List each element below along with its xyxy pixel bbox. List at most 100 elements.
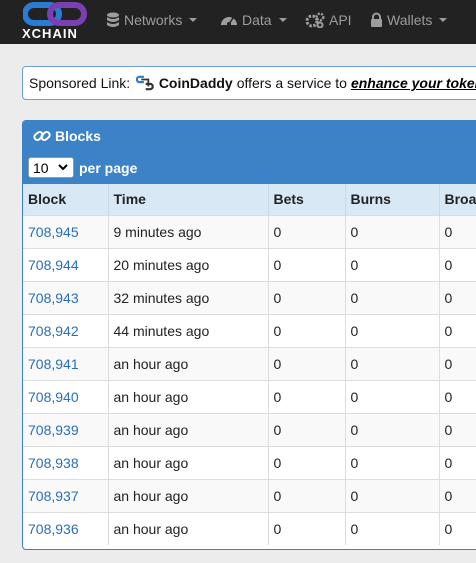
block-cell: 708,943 (23, 280, 109, 314)
nav-data[interactable]: Data (220, 0, 287, 40)
block-cell: 708,938 (23, 445, 109, 479)
block-cell: 708,945 (23, 214, 109, 248)
block-link[interactable]: 708,940 (28, 389, 79, 405)
table-row: 708,936 an hour ago 0 0 0 (23, 511, 476, 545)
column-header-burns[interactable]: Burns (345, 184, 440, 215)
table-row: 708,939 an hour ago 0 0 0 (23, 412, 476, 446)
time-cell: an hour ago (108, 511, 269, 545)
table-row: 708,945 9 minutes ago 0 0 0 (23, 214, 476, 248)
burns-cell: 0 (345, 313, 440, 347)
block-link[interactable]: 708,943 (28, 290, 79, 306)
block-cell: 708,942 (23, 313, 109, 347)
nav-wallets[interactable]: Wallets (370, 0, 448, 40)
panel-title-label: Blocks (55, 128, 101, 144)
column-header-bets[interactable]: Bets (268, 184, 346, 215)
column-header-broadcasts[interactable]: Broadcasts (439, 184, 476, 215)
burns-cell: 0 (345, 412, 440, 446)
time-cell: an hour ago (108, 379, 269, 413)
block-cell: 708,940 (23, 379, 109, 413)
block-cell: 708,939 (23, 412, 109, 446)
chevron-down-icon (58, 164, 68, 171)
broadcasts-cell: 0 (439, 511, 476, 545)
broadcasts-cell: 0 (439, 313, 476, 347)
top-navbar: XCHAIN Networks Data API Wallets (0, 0, 476, 44)
burns-cell: 0 (345, 379, 440, 413)
burns-cell: 0 (345, 346, 440, 380)
chevron-down-icon (189, 18, 198, 22)
broadcasts-cell: 0 (439, 478, 476, 512)
block-cell: 708,941 (23, 346, 109, 380)
infinity-logo-icon (23, 2, 87, 26)
per-page-label: per page (79, 159, 138, 176)
bets-cell: 0 (268, 478, 346, 512)
lock-icon (371, 12, 382, 27)
table-row: 708,940 an hour ago 0 0 0 (23, 379, 476, 413)
gears-icon (305, 12, 325, 28)
nav-data-label: Data (242, 12, 272, 28)
broadcasts-cell: 0 (439, 346, 476, 380)
page-size-value: 10 (33, 159, 49, 176)
block-link[interactable]: 708,937 (28, 488, 79, 504)
block-link[interactable]: 708,942 (28, 323, 79, 339)
nav-networks[interactable]: Networks (106, 0, 198, 40)
bets-cell: 0 (268, 379, 346, 413)
column-header-block[interactable]: Block (23, 184, 109, 215)
column-header-time[interactable]: Time (108, 184, 269, 215)
block-link[interactable]: 708,944 (28, 257, 79, 273)
bets-cell: 0 (268, 214, 346, 248)
burns-cell: 0 (345, 214, 440, 248)
blocks-panel: Blocks 10 per page Block Time Bets Burns… (22, 120, 476, 550)
blocks-table: Block Time Bets Burns Broadcasts 708,945… (23, 184, 476, 545)
bets-cell: 0 (268, 346, 346, 380)
bets-cell: 0 (268, 445, 346, 479)
table-row: 708,938 an hour ago 0 0 0 (23, 445, 476, 479)
chevron-down-icon (439, 18, 448, 22)
time-cell: 44 minutes ago (108, 313, 269, 347)
block-link[interactable]: 708,941 (28, 356, 79, 372)
broadcasts-cell: 0 (439, 280, 476, 314)
sponsor-prefix: Sponsored Link: (29, 75, 131, 91)
panel-title: Blocks (33, 128, 101, 144)
sponsor-name: CoinDaddy (158, 75, 233, 91)
block-cell: 708,937 (23, 478, 109, 512)
sponsored-link-banner: Sponsored Link: CoinDaddy offers a servi… (22, 66, 476, 100)
time-cell: an hour ago (108, 478, 269, 512)
broadcasts-cell: 0 (439, 379, 476, 413)
bets-cell: 0 (268, 247, 346, 281)
page-size-select[interactable]: 10 (28, 157, 74, 178)
block-link[interactable]: 708,945 (28, 224, 79, 240)
block-cell: 708,944 (23, 247, 109, 281)
burns-cell: 0 (345, 478, 440, 512)
bets-cell: 0 (268, 511, 346, 545)
per-page-control: 10 per page (28, 157, 137, 178)
time-cell: 32 minutes ago (108, 280, 269, 314)
time-cell: an hour ago (108, 346, 269, 380)
burns-cell: 0 (345, 247, 440, 281)
time-cell: 9 minutes ago (108, 214, 269, 248)
time-cell: an hour ago (108, 412, 269, 446)
table-row: 708,941 an hour ago 0 0 0 (23, 346, 476, 380)
broadcasts-cell: 0 (439, 412, 476, 446)
time-cell: 20 minutes ago (108, 247, 269, 281)
block-link[interactable]: 708,938 (28, 455, 79, 471)
burns-cell: 0 (345, 280, 440, 314)
bets-cell: 0 (268, 313, 346, 347)
bets-cell: 0 (268, 412, 346, 446)
nav-api[interactable]: API (305, 0, 352, 40)
broadcasts-cell: 0 (439, 445, 476, 479)
coindaddy-logo-icon (136, 75, 154, 91)
table-row: 708,942 44 minutes ago 0 0 0 (23, 313, 476, 347)
table-row: 708,943 32 minutes ago 0 0 0 (23, 280, 476, 314)
block-link[interactable]: 708,936 (28, 521, 79, 537)
table-row: 708,944 20 minutes ago 0 0 0 (23, 247, 476, 281)
xchain-logo[interactable]: XCHAIN (20, 0, 90, 44)
sponsor-link[interactable]: enhance your tokens (351, 75, 476, 91)
broadcasts-cell: 0 (439, 214, 476, 248)
nav-networks-label: Networks (124, 12, 183, 28)
chevron-down-icon (278, 18, 287, 22)
block-link[interactable]: 708,939 (28, 422, 79, 438)
table-header-row: Block Time Bets Burns Broadcasts (23, 184, 476, 215)
brand-name: XCHAIN (22, 26, 78, 41)
burns-cell: 0 (345, 511, 440, 545)
table-row: 708,937 an hour ago 0 0 0 (23, 478, 476, 512)
